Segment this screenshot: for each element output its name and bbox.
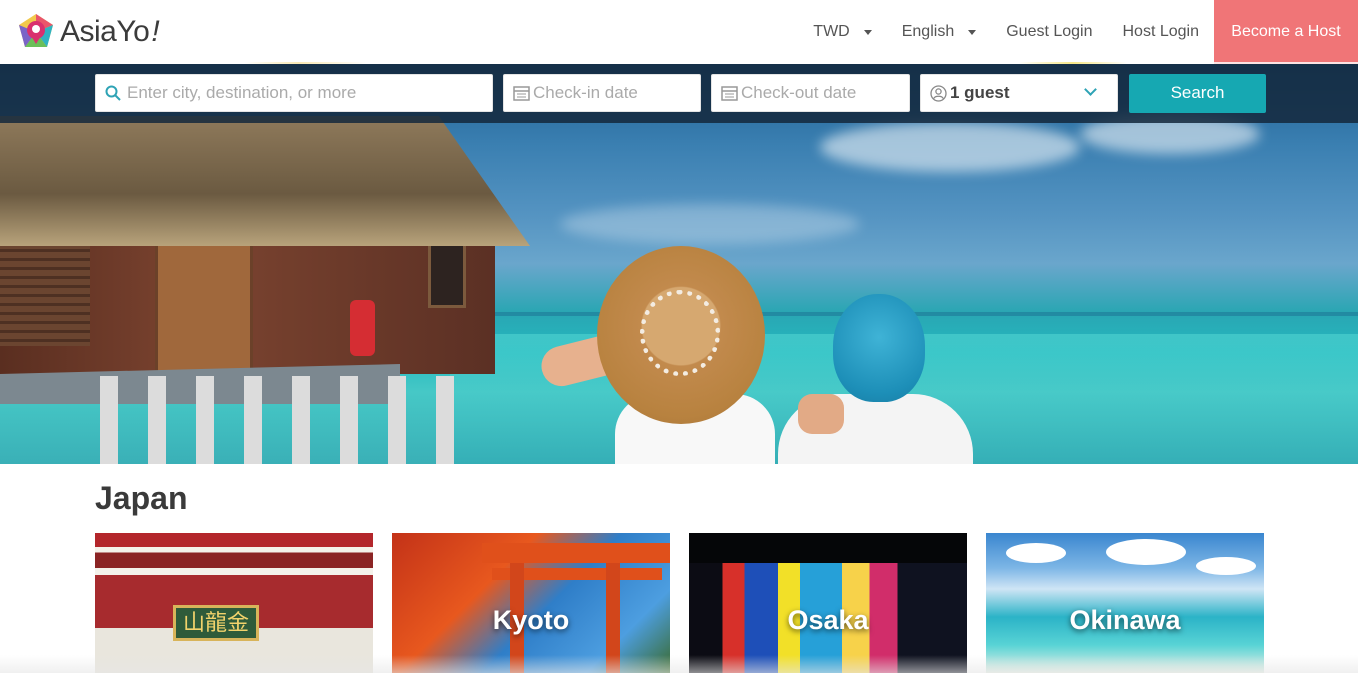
calendar-icon [721,85,738,101]
cloud [820,122,1080,172]
cloud [1106,539,1186,565]
hero-banner [0,64,1358,464]
checkin-placeholder: Check-in date [533,83,638,102]
user-icon [930,84,947,102]
destination-cards: 山龍金 Kyoto Osaka Okinawa [95,533,1264,673]
search-icon [105,85,121,101]
destination-card-temple[interactable]: 山龍金 [95,533,373,673]
temple-sign: 山龍金 [173,605,259,641]
top-nav: TWD English Guest Login Host Login Becom… [798,0,1358,64]
thatched-roof [0,116,530,246]
language-selector[interactable]: English [887,0,991,64]
destination-input[interactable]: Enter city, destination, or more [95,74,493,112]
deck-pillars [100,376,480,464]
cloud [1196,557,1256,575]
search-button[interactable]: Search [1129,73,1266,113]
caret-down-icon [863,29,872,35]
card-label: Osaka [787,605,869,635]
blue-hat [833,294,925,402]
currency-label: TWD [813,23,850,40]
language-label: English [901,23,955,40]
become-host-button[interactable]: Become a Host [1214,0,1358,64]
asiayo-logo-icon [19,14,53,47]
man-hand [798,394,844,434]
card-label: Kyoto [492,605,570,635]
bottom-fade [0,655,1358,673]
section-title: Japan [95,480,188,516]
destination-placeholder: Enter city, destination, or more [127,83,357,102]
cloud [1006,543,1066,563]
search-bar: Enter city, destination, or more Check-i… [95,73,1266,113]
checkout-date-input[interactable]: Check-out date [711,74,910,112]
checkout-placeholder: Check-out date [741,83,857,102]
destination-card-kyoto[interactable]: Kyoto [392,533,670,673]
guest-login-link[interactable]: Guest Login [991,0,1107,64]
host-login-link[interactable]: Host Login [1108,0,1215,64]
top-header: AsiaYo! TWD English Guest Login Host Log… [0,0,1358,64]
guests-selector[interactable]: 1 guest [920,74,1118,112]
caret-down-icon [968,29,977,35]
destination-card-okinawa[interactable]: Okinawa [986,533,1264,673]
cloud [560,204,860,244]
logo-text: AsiaYo [60,15,150,48]
card-label: Okinawa [1069,605,1181,635]
logo-slash: ! [151,15,160,48]
checkin-date-input[interactable]: Check-in date [503,74,701,112]
torii-beam [482,543,670,563]
brand-logo[interactable]: AsiaYo! [16,12,160,52]
chevron-down-icon[interactable] [1084,83,1097,96]
guests-value: 1 guest [950,83,1010,102]
night-sky [689,533,967,563]
hat-shell-band [640,290,720,376]
destination-card-osaka[interactable]: Osaka [689,533,967,673]
currency-selector[interactable]: TWD [798,0,886,64]
calendar-icon [513,85,530,101]
fire-extinguisher [350,300,375,356]
